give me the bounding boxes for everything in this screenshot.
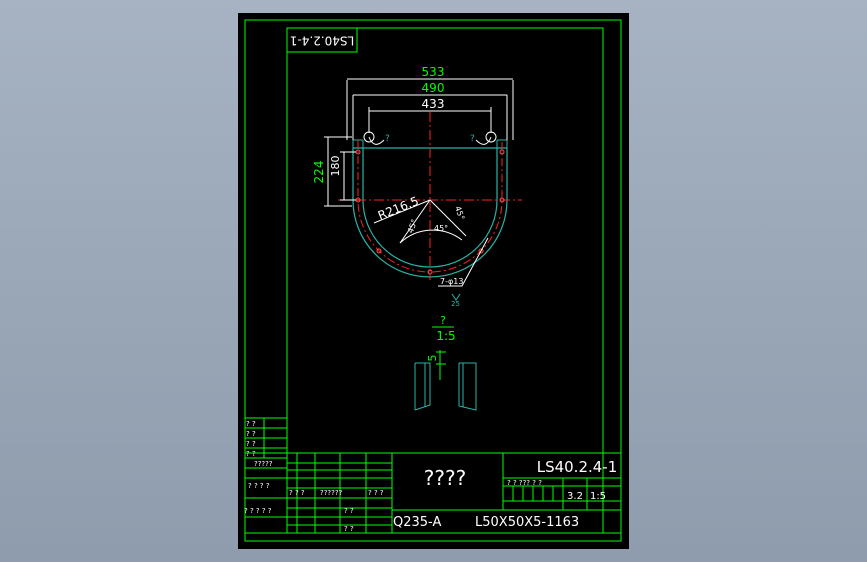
holes-label: 7-φ13 [440,277,463,286]
dim-180-label: 180 [329,156,342,177]
revision-label-2: ? ? [246,440,256,448]
dim-433-label: 433 [422,97,445,111]
bottom-label-0: ? ? ? ? [248,482,270,490]
rotated-stamp-code: LS40.2.4-1 [290,34,354,48]
revision-label-0: ? ? [246,420,256,428]
bottom-label-2: ?????? [320,489,343,497]
view-scale: 1:5 [436,329,455,343]
hole-note-left: ? [385,134,390,144]
angle-label-2: 45° [434,224,448,233]
material: Q235-A [393,515,441,530]
revision-label-4: ????? [254,460,273,468]
bottom-label-3: ? ? ? [289,489,305,497]
dim-224-label: 224 [312,161,326,184]
dim-490-label: 490 [422,81,445,95]
bottom-label-5: ? ? [344,525,354,533]
dim-533-label: 533 [422,65,445,79]
small-header-left: ? ? ? [368,489,384,497]
weight-value: 3.2 [567,491,583,502]
revision-label-1: ? ? [246,430,256,438]
revision-label-3: ? ? [246,450,256,458]
drawing-number: LS40.2.4-1 [537,458,618,476]
small-header: ? ? ??? ? ? [507,479,542,487]
cad-drawing-canvas: LS40.2.4-1 ? ? 45° 45° 45° R216.5 7-φ13 … [238,13,629,549]
stock-spec: L50X50X5-1163 [475,515,579,530]
part-name: ???? [424,466,466,490]
section-thickness-label: 5 [426,355,439,362]
bottom-label-4: ? ? [344,507,354,515]
bottom-label-1: ? ? ? ? ? [244,507,272,515]
hole-note-right: ? [470,134,475,144]
roughness-label: 25 [451,300,460,308]
view-label: ? [440,314,446,327]
scale-value: 1:5 [590,491,606,502]
